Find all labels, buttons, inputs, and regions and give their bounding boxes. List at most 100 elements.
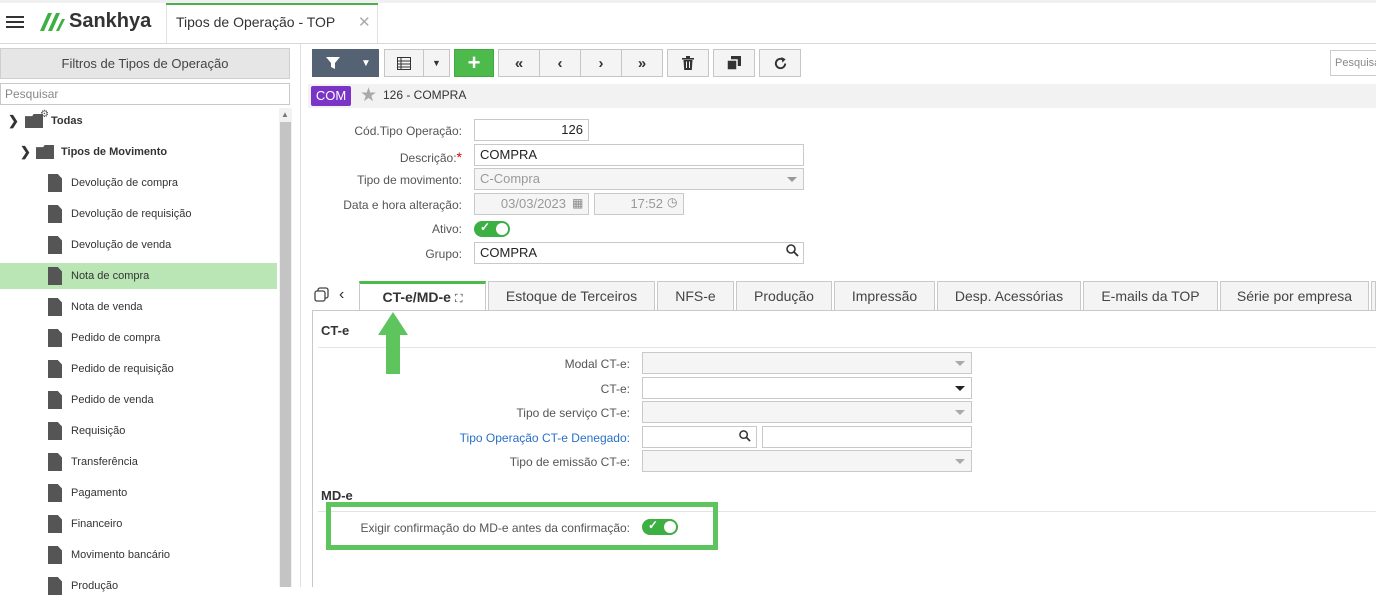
- app-tab-accent: [166, 3, 378, 5]
- tree-item[interactable]: Movimento bancário: [0, 542, 277, 568]
- grupo-field[interactable]: COMPRA: [474, 242, 804, 264]
- tree-item[interactable]: Devolução de compra: [0, 170, 277, 196]
- tab-estoque-terceiros[interactable]: Estoque de Terceiros: [488, 281, 655, 311]
- duplicate-button[interactable]: [713, 49, 755, 77]
- check-icon: ✓: [480, 220, 491, 234]
- toolbar-search-input[interactable]: Pesquisar: [1330, 50, 1376, 76]
- chevron-down-icon[interactable]: ❯: [20, 139, 31, 165]
- first-record-button[interactable]: «: [498, 49, 540, 77]
- content-border: [312, 311, 313, 587]
- grid-icon: [397, 56, 411, 70]
- tree-item[interactable]: Pedido de compra: [0, 325, 277, 351]
- expand-icon[interactable]: ⛶: [455, 293, 463, 305]
- chevron-left-icon: ‹: [557, 54, 563, 72]
- tree-item[interactable]: Nota de venda: [0, 294, 277, 320]
- cte-select[interactable]: [642, 377, 972, 399]
- tree-item[interactable]: Devolução de venda: [0, 232, 277, 258]
- grupo-label: Grupo:: [425, 247, 462, 261]
- chevron-down-icon[interactable]: ❯: [8, 108, 19, 134]
- clock-icon[interactable]: ◷: [667, 195, 677, 209]
- tree-item[interactable]: Requisição: [0, 418, 277, 444]
- required-mark: *: [456, 149, 462, 165]
- document-icon: [48, 546, 62, 564]
- tab-producao[interactable]: Produção: [736, 281, 832, 311]
- tab-overflow[interactable]: [1371, 281, 1376, 311]
- tree-item[interactable]: Nota de compra: [0, 263, 277, 289]
- ativo-toggle[interactable]: ✓: [474, 220, 510, 237]
- tree-root-label: Todas: [51, 115, 83, 127]
- tree-item-label: Pedido de compra: [71, 332, 161, 344]
- tree-item[interactable]: Transferência: [0, 449, 277, 475]
- description-field[interactable]: COMPRA: [474, 144, 804, 166]
- menu-icon[interactable]: [6, 13, 24, 31]
- record-title: 126 - COMPRA: [383, 88, 467, 102]
- tipo-emissao-label: Tipo de emissão CT-e:: [509, 455, 630, 469]
- next-record-button[interactable]: ›: [580, 49, 622, 77]
- tree-item-label: Financeiro: [71, 518, 123, 530]
- star-icon[interactable]: ★: [360, 84, 377, 107]
- grid-dropdown-button[interactable]: ▼: [423, 49, 450, 77]
- tree-item-label: Transferência: [71, 456, 138, 468]
- chevron-left-icon[interactable]: ‹: [339, 286, 344, 304]
- filter-dropdown-button[interactable]: ▼: [353, 49, 379, 77]
- grid-view-button[interactable]: [384, 49, 424, 77]
- tipo-emissao-select[interactable]: [642, 450, 972, 472]
- calendar-icon[interactable]: ▦: [572, 196, 583, 210]
- ativo-label: Ativo:: [431, 222, 462, 236]
- search-icon[interactable]: [739, 430, 751, 445]
- section-title-mde: MD-e: [321, 488, 353, 503]
- app-tab-title: Tipos de Operação - TOP: [176, 14, 336, 30]
- tab-serie-empresa[interactable]: Série por empresa: [1220, 281, 1369, 311]
- tree-item[interactable]: Pagamento: [0, 480, 277, 506]
- tree-item[interactable]: Pedido de venda: [0, 387, 277, 413]
- tree-item-label: Devolução de requisição: [71, 208, 192, 220]
- document-icon: [48, 577, 62, 595]
- caret-down-icon: ▼: [361, 57, 371, 69]
- document-icon: [48, 236, 62, 254]
- record-badge: COM: [311, 86, 351, 106]
- delete-button[interactable]: [667, 49, 709, 77]
- add-button[interactable]: +: [454, 49, 494, 77]
- tree-item-label: Devolução de compra: [71, 177, 179, 189]
- restore-window-icon[interactable]: [314, 287, 330, 306]
- search-icon[interactable]: [786, 244, 799, 260]
- tree-item[interactable]: Devolução de requisição: [0, 201, 277, 227]
- tab-nfse[interactable]: NFS-e: [657, 281, 734, 311]
- section-divider: [318, 347, 1376, 348]
- tipo-servico-select[interactable]: [642, 401, 972, 423]
- cte-label: CT-e:: [600, 382, 630, 396]
- filter-button[interactable]: [312, 49, 354, 77]
- tab-cte-mde[interactable]: CT-e/MD-e ⛶: [359, 281, 486, 311]
- tree-item-label: Nota de compra: [71, 270, 150, 282]
- tree-item[interactable]: Pedido de requisição: [0, 356, 277, 382]
- trash-icon: [682, 56, 694, 70]
- tipo-op-denegado-description[interactable]: [762, 426, 972, 448]
- last-record-button[interactable]: »: [621, 49, 663, 77]
- refresh-icon: [774, 56, 786, 69]
- tab-emails-top[interactable]: E-mails da TOP: [1083, 281, 1218, 311]
- tab-desp-acessorias[interactable]: Desp. Acessórias: [937, 281, 1081, 311]
- tree-root[interactable]: ❯ ⚙ Todas: [0, 108, 277, 134]
- tipo-movimento-select[interactable]: C-Compra: [474, 168, 804, 190]
- tree-item[interactable]: Produção: [0, 573, 277, 599]
- gear-icon: ⚙: [40, 109, 49, 120]
- tipo-mov-label: Tipo de movimento:: [357, 173, 462, 187]
- refresh-button[interactable]: [759, 49, 801, 77]
- tree-scroll-thumb[interactable]: [280, 122, 291, 587]
- modal-cte-select[interactable]: [642, 352, 972, 374]
- tab-impressao[interactable]: Impressão: [834, 281, 935, 311]
- panel-splitter[interactable]: [300, 44, 301, 587]
- previous-record-button[interactable]: ‹: [539, 49, 581, 77]
- document-icon: [48, 484, 62, 502]
- top-bar-divider: [0, 43, 1376, 44]
- scroll-up-icon[interactable]: ▲: [281, 110, 289, 119]
- tree-group[interactable]: ❯ Tipos de Movimento: [0, 139, 277, 165]
- close-icon[interactable]: ✕: [358, 13, 371, 31]
- document-icon: [48, 360, 62, 378]
- document-icon: [48, 267, 62, 285]
- arrow-up-annotation: [377, 311, 409, 375]
- tree-item-label: Produção: [71, 580, 119, 592]
- tipo-op-denegado-label[interactable]: Tipo Operação CT-e Denegado:: [310, 431, 630, 445]
- tree-item[interactable]: Financeiro: [0, 511, 277, 537]
- cod-field[interactable]: 126: [474, 119, 589, 141]
